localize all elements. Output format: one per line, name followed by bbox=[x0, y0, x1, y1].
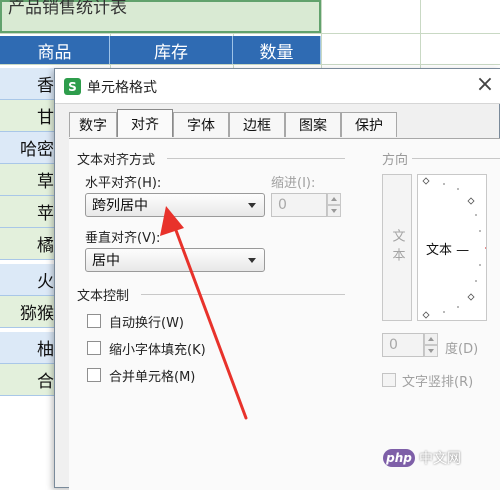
php-logo: php bbox=[383, 449, 415, 467]
annotation-arrow bbox=[160, 206, 248, 420]
site-watermark: php 中文网 bbox=[383, 448, 461, 468]
watermark-text: 中文网 bbox=[419, 451, 461, 467]
